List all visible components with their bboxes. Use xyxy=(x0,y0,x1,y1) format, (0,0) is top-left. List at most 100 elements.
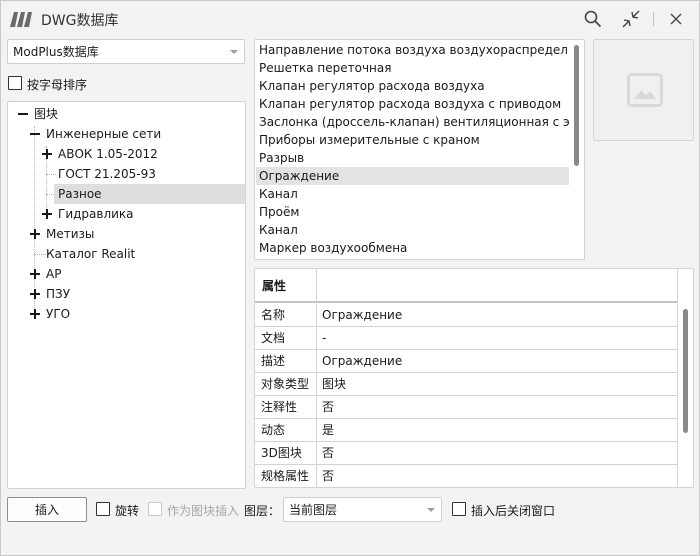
tree-node-label: ГОСТ 21.205-93 xyxy=(58,167,156,181)
properties-grid: 属性 名称 Ограждение 文档 - 描述 Ограждение 对象类型 图块 注释性否… xyxy=(254,268,694,488)
property-row: 名称 Ограждение xyxy=(255,304,678,327)
block-list-item[interactable]: Направление потока воздуха воздухораспре… xyxy=(256,41,569,59)
block-list-item[interactable]: Канал xyxy=(256,185,569,203)
block-list-item[interactable]: Маркер воздухообмена xyxy=(256,239,569,257)
property-value: Ограждение xyxy=(317,304,678,327)
property-value: 否 xyxy=(317,465,678,487)
property-value: - xyxy=(317,327,678,350)
property-value: 否 xyxy=(317,442,678,465)
tree-node[interactable]: Гидравлика xyxy=(8,204,245,224)
property-row: 文档 - xyxy=(255,327,678,350)
tree-node-label: УГО xyxy=(46,307,71,321)
insert-button[interactable]: 插入 xyxy=(7,497,87,522)
block-list-item[interactable]: Канал xyxy=(256,221,569,239)
property-value: Ограждение xyxy=(317,350,678,373)
tree-node[interactable]: ГОСТ 21.205-93 xyxy=(8,164,245,184)
property-key: 规格属性 xyxy=(255,465,317,487)
search-icon xyxy=(584,10,602,28)
sort-alpha-checkbox[interactable] xyxy=(8,76,22,90)
search-button[interactable] xyxy=(581,7,605,31)
collapse-button[interactable] xyxy=(619,7,643,31)
tree-node-label: Гидравлика xyxy=(58,207,134,221)
property-key: 3D图块 xyxy=(255,442,317,465)
close-after-insert-checkbox[interactable] xyxy=(452,502,466,516)
expand-icon[interactable] xyxy=(42,209,52,219)
insert-as-block-checkbox[interactable] xyxy=(148,502,162,516)
collapse-icon[interactable] xyxy=(30,129,40,139)
sort-alpha-label: 按字母排序 xyxy=(27,78,88,92)
modplus-logo-icon xyxy=(10,12,32,27)
layer-label: 图层： xyxy=(244,504,281,518)
property-key: 描述 xyxy=(255,350,317,373)
tree-node[interactable]: АВОК 1.05-2012 xyxy=(8,144,245,164)
expand-icon[interactable] xyxy=(30,309,40,319)
expand-icon[interactable] xyxy=(30,289,40,299)
rotate-label: 旋转 xyxy=(115,504,140,518)
properties-header: 属性 xyxy=(255,269,317,303)
tree-node-label: АВОК 1.05-2012 xyxy=(58,147,158,161)
insert-button-label: 插入 xyxy=(34,503,59,517)
expand-icon[interactable] xyxy=(30,229,40,239)
tree-node-label: АР xyxy=(46,267,62,281)
close-button[interactable] xyxy=(664,7,688,31)
tree-node-label: 图块 xyxy=(34,107,59,121)
properties-header-value xyxy=(317,269,678,303)
property-key: 名称 xyxy=(255,304,317,327)
property-key: 动态 xyxy=(255,419,317,442)
library-select-value: ModPlus数据库 xyxy=(13,45,99,59)
property-row: 规格属性否 xyxy=(255,465,678,487)
tree-node-label: Разное xyxy=(58,187,102,201)
title-separator xyxy=(653,12,654,26)
image-placeholder-icon xyxy=(627,73,663,107)
tree-node[interactable]: АР xyxy=(8,264,245,284)
property-row: 对象类型 图块 xyxy=(255,373,678,396)
tree-node[interactable]: Метизы xyxy=(8,224,245,244)
chevron-down-icon xyxy=(230,49,238,54)
close-after-insert-label: 插入后关闭窗口 xyxy=(471,504,556,518)
dwg-database-window: DWG数据库 ModPlus数据库 按字母排序 图块 Инженерные се… xyxy=(0,0,700,556)
block-list-item[interactable]: Приборы измерительные с краном xyxy=(256,131,569,149)
library-select[interactable]: ModPlus数据库 xyxy=(7,39,245,64)
tree-node[interactable]: УГО xyxy=(8,304,245,324)
close-icon xyxy=(670,13,682,25)
block-list-item[interactable]: Разрыв xyxy=(256,149,569,167)
expand-icon[interactable] xyxy=(42,149,52,159)
tree-node-label: ПЗУ xyxy=(46,287,71,301)
title-bar: DWG数据库 xyxy=(1,1,700,37)
properties-scrollbar[interactable] xyxy=(683,309,688,433)
property-row: 动态是 xyxy=(255,419,678,442)
collapse-icon[interactable] xyxy=(18,109,28,119)
block-list-item[interactable]: Проём xyxy=(256,203,569,221)
tree-node-label: Инженерные сети xyxy=(46,127,162,141)
block-list-item[interactable]: Клапан регулятор расхода воздуха xyxy=(256,77,569,95)
rotate-checkbox[interactable] xyxy=(96,502,110,516)
block-list[interactable]: Направление потока воздуха воздухораспре… xyxy=(254,39,585,260)
tree-node[interactable]: ПЗУ xyxy=(8,284,245,304)
block-list-scrollbar[interactable] xyxy=(574,45,579,166)
property-key: 注释性 xyxy=(255,396,317,419)
property-value: 否 xyxy=(317,396,678,419)
tree-node-label: Метизы xyxy=(46,227,95,241)
block-list-item[interactable]: Ограждение xyxy=(256,167,569,185)
property-key: 文档 xyxy=(255,327,317,350)
property-row: 注释性否 xyxy=(255,396,678,419)
tree-node-label: Каталог Realit xyxy=(46,247,136,261)
block-list-item[interactable]: Клапан регулятор расхода воздуха с приво… xyxy=(256,95,569,113)
layer-select[interactable]: 当前图层 xyxy=(283,497,442,522)
property-value: 图块 xyxy=(317,373,678,396)
collapse-arrows-icon xyxy=(622,10,640,28)
window-title: DWG数据库 xyxy=(41,13,119,29)
chevron-down-icon xyxy=(427,507,435,512)
tree-node[interactable]: Разное xyxy=(54,184,245,204)
block-preview xyxy=(593,39,694,141)
expand-icon[interactable] xyxy=(30,269,40,279)
block-list-item[interactable]: Заслонка (дроссель-клапан) вентиляционна… xyxy=(256,113,569,131)
tree-node[interactable]: 图块 xyxy=(8,104,245,124)
block-list-item[interactable]: Решетка переточная xyxy=(256,59,569,77)
tree-node[interactable]: Каталог Realit xyxy=(8,244,245,264)
category-tree[interactable]: 图块 Инженерные сети АВОК 1.05-2012 ГОСТ 21.2… xyxy=(7,101,246,489)
insert-as-block-label: 作为图块插入 xyxy=(167,504,240,518)
property-row: 描述 Ограждение xyxy=(255,350,678,373)
property-key: 对象类型 xyxy=(255,373,317,396)
tree-node[interactable]: Инженерные сети xyxy=(8,124,245,144)
